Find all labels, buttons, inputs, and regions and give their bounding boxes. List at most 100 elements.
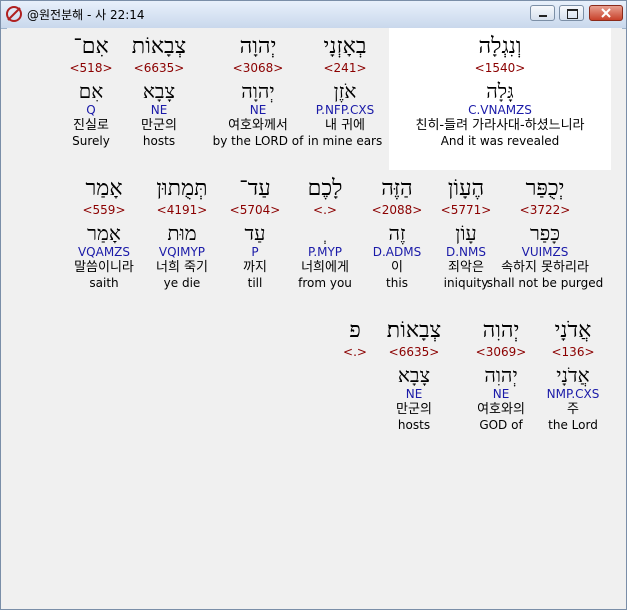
english-gloss: from you	[298, 276, 352, 290]
morph-code: NE	[492, 387, 510, 401]
lemma-word: יְהוָה	[241, 79, 275, 103]
lemma-word: אָמַר	[87, 221, 121, 245]
english-gloss: And it was revealed	[440, 134, 560, 148]
morph-code: P.MYP	[307, 245, 343, 259]
word-column[interactable]: יְהוָה <3068> יְהוָה NE 여호와께서 by the LORD of	[213, 34, 304, 149]
english-gloss: hosts	[397, 418, 431, 432]
strong-number: <6635>	[133, 61, 185, 75]
lemma-word: עָוֹן	[455, 221, 477, 245]
english-gloss: till	[247, 276, 263, 290]
english-gloss: this	[386, 276, 408, 290]
hebrew-word: עַד־	[239, 176, 271, 201]
korean-gloss: 속하지 못하리라	[501, 260, 589, 275]
strong-number: <136>	[551, 345, 595, 359]
close-button[interactable]	[589, 5, 623, 21]
english-gloss: saith	[89, 276, 119, 290]
hebrew-word: אָמַר	[85, 176, 123, 201]
morph-code: NE	[405, 387, 423, 401]
lemma-word: כָּפַר	[529, 221, 561, 245]
strong-number: <6635>	[388, 345, 440, 359]
lemma-word: צָבָא	[397, 363, 431, 387]
word-column[interactable]: צְבָאוֹת׃ <6635> צָבָא NE 만군의 hosts	[387, 318, 441, 433]
strong-number: <2088>	[371, 203, 423, 217]
hebrew-word: לָכֶם	[307, 176, 343, 201]
morph-code: NE	[150, 103, 168, 117]
hebrew-word: צְבָאוֹת	[131, 34, 187, 59]
hebrew-word: יְהוִה	[482, 318, 520, 343]
morph-code: P.NFP.CXS	[315, 103, 375, 117]
morph-code: D.NMS	[445, 245, 486, 259]
english-gloss: shall not be purged	[486, 276, 604, 290]
word-column[interactable]: וְנִגְלָה <1540> גָּלָה C.VNAMZS 친히-들려 가라사대-…	[416, 34, 585, 149]
word-column[interactable]: יְהוִה <3069> יְהוִה NE 여호와의 GOD of	[476, 318, 527, 433]
morph-code: VQIMYP	[158, 245, 206, 259]
hebrew-word: יְכֻפַּר	[525, 176, 565, 201]
word-column[interactable]: פ <.>	[343, 318, 367, 404]
korean-gloss: 만군의	[141, 118, 177, 133]
word-column[interactable]: הֶעָוֹן <5771> עָוֹן D.NMS 죄악은 iniquity	[441, 176, 492, 291]
english-gloss: in mine ears	[307, 134, 383, 148]
morph-code: VQAMZS	[77, 245, 131, 259]
morph-code: NMP.CXS	[546, 387, 600, 401]
app-window: @원전분해 - 사 22:14 וְנִגְלָה <1540> גָּלָה C.V…	[0, 0, 627, 610]
word-column[interactable]: תְּמֻתוּן <4191> מוּת VQIMYP 너희 죽기 ye die	[156, 176, 208, 291]
morph-code: VUIMZS	[521, 245, 569, 259]
korean-gloss: 이	[391, 260, 403, 275]
korean-gloss: 말씀이니라	[74, 260, 134, 275]
english-gloss: by the LORD of	[212, 134, 304, 148]
hebrew-word: אֲדֹנָי	[554, 318, 592, 343]
english-gloss: hosts	[142, 134, 176, 148]
english-gloss: ye die	[163, 276, 201, 290]
word-column[interactable]: אִם־ <518> אִם Q 진실로 Surely	[69, 34, 112, 149]
korean-gloss: 죄악은	[448, 260, 484, 275]
korean-gloss: 진실로	[73, 118, 109, 133]
word-column[interactable]: צְבָאוֹת <6635> צָבָא NE 만군의 hosts	[132, 34, 186, 149]
english-gloss: GOD of	[479, 418, 523, 432]
english-gloss: iniquity	[443, 276, 489, 290]
title-bar[interactable]: @원전분해 - 사 22:14	[1, 1, 626, 29]
english-gloss: the Lord	[548, 418, 598, 432]
minimize-button[interactable]	[530, 5, 555, 21]
korean-gloss: 친히-들려 가라사대-하셨느니라	[415, 118, 585, 133]
korean-gloss: 만군의	[396, 402, 432, 417]
minimize-icon	[539, 15, 547, 17]
maximize-icon	[567, 9, 578, 19]
hebrew-word: יְהוָה	[239, 34, 277, 59]
english-gloss: Surely	[72, 134, 110, 148]
strong-number: <5771>	[440, 203, 492, 217]
strong-number: <1540>	[474, 61, 526, 75]
word-column[interactable]: אֲדֹנָי <136> אֲדֹנָי NMP.CXS 주 the Lord	[547, 318, 600, 433]
interlinear-panel: וְנִגְלָה <1540> גָּלָה C.VNAMZS 친히-들려 가라사대-…	[7, 28, 622, 605]
morph-code: D.ADMS	[372, 245, 422, 259]
lemma-word: מוּת	[167, 221, 197, 245]
word-column[interactable]: עַד־ <5704> עַד P 까지 till	[230, 176, 281, 291]
word-column[interactable]: בְאָזְנָי <241> אֹזֶן P.NFP.CXS 내 귀에 in mine …	[308, 34, 383, 149]
korean-gloss: 너희에게	[301, 260, 349, 275]
lemma-word: אֹזֶן	[333, 79, 357, 103]
strong-number: <559>	[82, 203, 126, 217]
maximize-button[interactable]	[559, 5, 584, 21]
korean-gloss: 너희 죽기	[156, 260, 208, 275]
strong-number: <3722>	[519, 203, 571, 217]
hebrew-word: אִם־	[73, 34, 109, 59]
hebrew-word: צְבָאוֹת׃	[386, 318, 442, 343]
hebrew-word: הֶעָוֹן	[447, 176, 485, 201]
hebrew-word: וְנִגְלָה	[478, 34, 522, 59]
strong-number: <518>	[69, 61, 113, 75]
word-column[interactable]: לָכֶם <.>ְP.MYP너희에게from you	[298, 176, 352, 291]
lemma-word: צָבָא	[142, 79, 176, 103]
korean-gloss: 주	[567, 402, 579, 417]
word-column[interactable]: יְכֻפַּר <3722> כָּפַר VUIMZS 속하지 못하리라 shall …	[487, 176, 604, 291]
strong-number: <241>	[323, 61, 367, 75]
strong-number: <3069>	[475, 345, 527, 359]
lemma-word	[343, 363, 367, 387]
word-column[interactable]: אָמַר <559> אָמַר VQAMZS 말씀이니라 saith	[74, 176, 134, 291]
morph-code: NE	[249, 103, 267, 117]
word-column[interactable]: הַזֶּה <2088> זֶה D.ADMS 이 this	[372, 176, 423, 291]
lemma-word: יְהוִה	[484, 363, 518, 387]
hebrew-word: הַזֶּה	[381, 176, 413, 201]
strong-number: <.>	[343, 345, 367, 359]
lemma-word: אֲדֹנָי	[556, 363, 590, 387]
lemma-word: עַד	[244, 221, 266, 245]
korean-gloss: 까지	[243, 260, 267, 275]
